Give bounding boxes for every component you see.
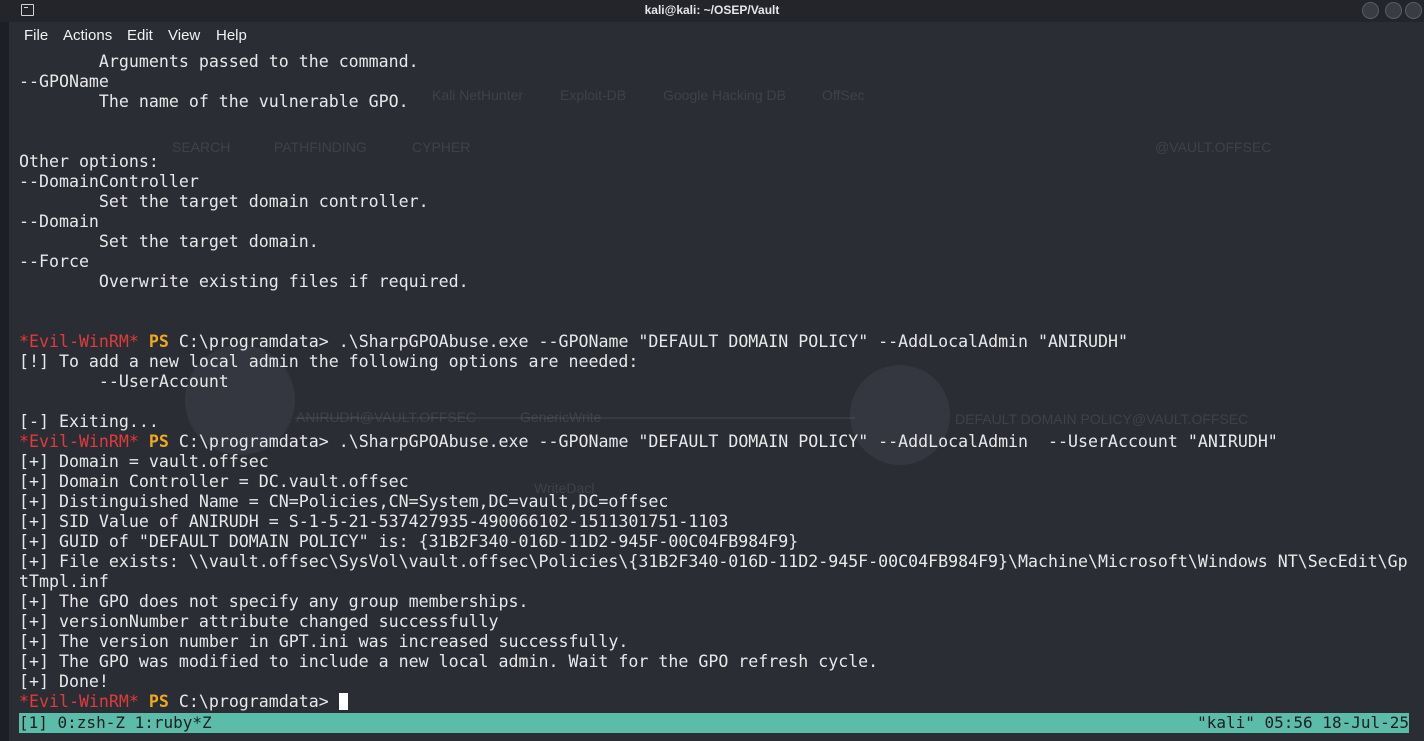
terminal-text: [+] The version number in GPT.ini was in… [19,632,629,651]
terminal-text: Overwrite existing files if required. [19,272,469,291]
terminal-text: [+] Done! [19,672,109,691]
terminal-text: [+] Domain = vault.offsec [19,452,269,471]
terminal-line: --DomainController [19,172,1419,192]
terminal-text: Arguments passed to the command. [19,52,419,71]
menu-file[interactable]: File [24,27,48,44]
close-button[interactable] [1405,2,1422,19]
terminal-line: --Force [19,252,1419,272]
terminal-line: The name of the vulnerable GPO. [19,92,1419,112]
menu-edit[interactable]: Edit [127,27,153,44]
prompt-ps: PS [138,692,169,711]
minimize-button[interactable] [1362,2,1379,19]
terminal-line: [+] SID Value of ANIRUDH = S-1-5-21-5374… [19,512,1419,532]
prompt-ps: PS [138,432,169,451]
terminal-text: C:\programdata> .\SharpGPOAbuse.exe --GP… [168,332,1128,351]
title-bar[interactable]: kali@kali: ~/OSEP/Vault [0,0,1424,22]
terminal-text: C:\programdata> .\SharpGPOAbuse.exe --GP… [168,432,1278,451]
left-edge-strip [0,22,9,741]
terminal-line: [+] The GPO was modified to include a ne… [19,652,1419,672]
terminal-text: tTmpl.inf [19,572,109,591]
terminal-text: [+] Domain Controller = DC.vault.offsec [19,472,409,491]
terminal-line: [+] The GPO does not specify any group m… [19,592,1419,612]
terminal-text: [+] SID Value of ANIRUDH = S-1-5-21-5374… [19,512,729,531]
terminal-line: Set the target domain. [19,232,1419,252]
terminal-text: --Domain [19,212,99,231]
terminal-line: *Evil-WinRM* PS C:\programdata> .\SharpG… [19,332,1419,352]
terminal-text: Other options: [19,152,159,171]
terminal-text: [+] GUID of "DEFAULT DOMAIN POLICY" is: … [19,532,799,551]
terminal-text: C:\programdata> [168,692,339,711]
terminal-text: The name of the vulnerable GPO. [19,92,409,111]
terminal-text: [-] Exiting... [19,412,159,431]
terminal-line: [+] Done! [19,672,1419,692]
maximize-button[interactable] [1385,2,1402,19]
menu-help[interactable]: Help [216,27,247,44]
terminal-line: [+] The version number in GPT.ini was in… [19,632,1419,652]
terminal-line: Set the target domain controller. [19,192,1419,212]
tmux-window-list[interactable]: [1] 0:zsh-Z 1:ruby*Z [19,713,212,733]
tmux-session-info: "kali" 05:56 18-Jul-25 [1197,713,1409,732]
prompt-label: *Evil-WinRM* [19,432,139,451]
terminal-output[interactable]: Arguments passed to the command. --GPONam… [19,52,1419,712]
terminal-text: Set the target domain. [19,232,319,251]
window-title: kali@kali: ~/OSEP/Vault [644,3,780,17]
terminal-text: [+] versionNumber attribute changed succ… [19,612,499,631]
terminal-text: --GPOName [19,72,109,91]
terminal-line: --UserAccount [19,372,1419,392]
terminal-text: [+] File exists: \\vault.offsec\SysVol\v… [19,552,1408,571]
terminal-text: --UserAccount [19,372,229,391]
terminal-line: [+] GUID of "DEFAULT DOMAIN POLICY" is: … [19,532,1419,552]
terminal-line: tTmpl.inf [19,572,1419,592]
prompt-label: *Evil-WinRM* [19,332,139,351]
terminal-text: --Force [19,252,89,271]
terminal-line: [+] Domain = vault.offsec [19,452,1419,472]
prompt-label: *Evil-WinRM* [19,692,139,711]
terminal-text: --DomainController [19,172,199,191]
terminal-line: Arguments passed to the command. [19,52,1419,72]
terminal-text: [+] The GPO was modified to include a ne… [19,652,879,671]
terminal-text: [!] To add a new local admin the followi… [19,352,639,371]
terminal-line: [+] Domain Controller = DC.vault.offsec [19,472,1419,492]
text-cursor [338,693,348,710]
terminal-line: [+] versionNumber attribute changed succ… [19,612,1419,632]
terminal-line: --Domain [19,212,1419,232]
menu-actions[interactable]: Actions [63,27,112,44]
terminal-line: [!] To add a new local admin the followi… [19,352,1419,372]
terminal-line: [+] Distinguished Name = CN=Policies,CN=… [19,492,1419,512]
menu-view[interactable]: View [168,27,200,44]
terminal-line: Overwrite existing files if required. [19,272,1419,292]
prompt-ps: PS [138,332,169,351]
terminal-line: Other options: [19,152,1419,172]
terminal-window: Kali NetHunter Exploit-DB Google Hacking… [0,0,1424,741]
terminal-line: [+] File exists: \\vault.offsec\SysVol\v… [19,552,1419,572]
terminal-line: [-] Exiting... [19,412,1419,432]
terminal-line: --GPOName [19,72,1419,92]
terminal-line: *Evil-WinRM* PS C:\programdata> .\SharpG… [19,432,1419,452]
terminal-line: *Evil-WinRM* PS C:\programdata> [19,692,1419,712]
terminal-text: [+] The GPO does not specify any group m… [19,592,529,611]
tmux-status-bar: [1] 0:zsh-Z 1:ruby*Z "kali" 05:56 18-Jul… [19,713,1409,733]
terminal-text: [+] Distinguished Name = CN=Policies,CN=… [19,492,669,511]
terminal-text: Set the target domain controller. [19,192,429,211]
